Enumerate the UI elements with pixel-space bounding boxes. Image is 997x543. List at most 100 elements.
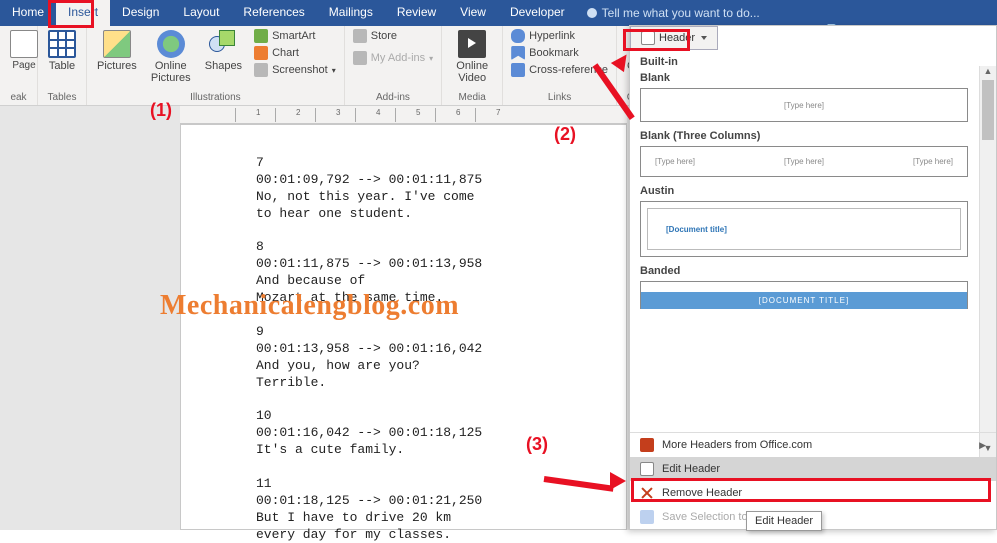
placeholder-text: [Type here] bbox=[655, 157, 695, 166]
annotation-arrow-2 bbox=[572, 55, 632, 130]
gallery-item-banded[interactable]: [DOCUMENT TITLE] bbox=[640, 281, 968, 309]
group-addins: Add-ins bbox=[351, 92, 435, 105]
addins-icon bbox=[353, 51, 367, 65]
gallery-item-blank[interactable]: [Type here] bbox=[640, 88, 968, 122]
remove-header-label: Remove Header bbox=[662, 487, 742, 499]
annotation-label-1: (1) bbox=[150, 100, 172, 121]
remove-icon bbox=[640, 486, 654, 500]
smartart-icon bbox=[254, 29, 268, 43]
group-illustrations: Illustrations bbox=[93, 92, 338, 105]
page-break-button[interactable]: Page bbox=[6, 28, 42, 73]
annotation-label-3: (3) bbox=[526, 434, 548, 455]
scroll-up-arrow[interactable]: ▲ bbox=[980, 66, 996, 80]
smartart-label: SmartArt bbox=[272, 30, 315, 42]
shapes-button[interactable]: Shapes bbox=[201, 28, 246, 74]
chevron-right-icon: ▶ bbox=[979, 440, 986, 451]
video-icon bbox=[458, 30, 486, 58]
header-icon bbox=[641, 31, 655, 45]
tab-layout[interactable]: Layout bbox=[171, 0, 231, 26]
watermark-text: Mechanicalengblog.com bbox=[160, 290, 459, 322]
page-break-icon bbox=[10, 30, 38, 58]
group-tables: Tables bbox=[44, 92, 80, 105]
tab-references[interactable]: References bbox=[231, 0, 316, 26]
gallery-banded-label: Banded bbox=[640, 265, 968, 277]
store-icon bbox=[353, 29, 367, 43]
tab-developer[interactable]: Developer bbox=[498, 0, 577, 26]
my-addins-button[interactable]: My Add-ins ▾ bbox=[351, 50, 435, 66]
more-headers-item[interactable]: More Headers from Office.com ▶ bbox=[630, 433, 996, 457]
pictures-icon bbox=[103, 30, 131, 58]
smartart-button[interactable]: SmartArt bbox=[252, 28, 338, 44]
placeholder-text: [Type here] bbox=[784, 157, 824, 166]
gallery-blank-label: Blank bbox=[640, 72, 968, 84]
tell-me-label: Tell me what you want to do... bbox=[602, 6, 760, 20]
header-button-label: Header bbox=[659, 32, 695, 44]
cross-ref-icon bbox=[511, 63, 525, 77]
tab-home[interactable]: Home bbox=[0, 0, 56, 26]
tab-bar: Home Insert Design Layout References Mai… bbox=[0, 0, 997, 26]
annotation-label-2: (2) bbox=[554, 124, 576, 145]
gallery-item-blank-three-columns[interactable]: [Type here] [Type here] [Type here] bbox=[640, 146, 968, 177]
tab-review[interactable]: Review bbox=[385, 0, 448, 26]
chart-icon bbox=[254, 46, 268, 60]
chart-label: Chart bbox=[272, 47, 299, 59]
annotation-arrow-3 bbox=[544, 458, 634, 488]
group-media: Media bbox=[448, 92, 496, 105]
screenshot-label: Screenshot bbox=[272, 64, 328, 76]
myaddins-label: My Add-ins bbox=[371, 52, 425, 64]
more-headers-label: More Headers from Office.com bbox=[662, 439, 812, 451]
hyperlink-button[interactable]: Hyperlink bbox=[509, 28, 610, 44]
online-video-button[interactable]: Online Video bbox=[448, 28, 496, 86]
bookmark-icon bbox=[511, 46, 525, 60]
shapes-label: Shapes bbox=[205, 60, 242, 72]
save-selection-label: Save Selection to bbox=[662, 511, 748, 523]
banded-placeholder: [DOCUMENT TITLE] bbox=[641, 292, 967, 309]
bulb-icon bbox=[587, 8, 597, 18]
edit-header-label: Edit Header bbox=[662, 463, 720, 475]
table-button[interactable]: Table bbox=[44, 28, 80, 74]
tell-me-search[interactable]: Tell me what you want to do... bbox=[577, 0, 770, 26]
tab-design[interactable]: Design bbox=[110, 0, 171, 26]
screenshot-icon bbox=[254, 63, 268, 77]
store-button[interactable]: Store bbox=[351, 28, 435, 44]
chart-button[interactable]: Chart bbox=[252, 45, 338, 61]
placeholder-text: [Type here] bbox=[913, 157, 953, 166]
table-label: Table bbox=[49, 60, 75, 72]
pictures-button[interactable]: Pictures bbox=[93, 28, 141, 74]
office-icon bbox=[640, 438, 654, 452]
pictures-label: Pictures bbox=[97, 60, 137, 72]
group-break-trunc: eak bbox=[6, 92, 31, 105]
online-pictures-icon bbox=[157, 30, 185, 58]
save-icon bbox=[640, 510, 654, 524]
gallery-blank3-label: Blank (Three Columns) bbox=[640, 130, 968, 142]
gallery-item-austin[interactable]: [Document title] bbox=[640, 201, 968, 257]
tab-view[interactable]: View bbox=[448, 0, 498, 26]
dropdown-footer: More Headers from Office.com ▶ Edit Head… bbox=[630, 432, 996, 529]
gallery-scrollbar[interactable]: ▲ ▼ bbox=[979, 66, 996, 457]
edit-header-icon bbox=[640, 462, 654, 476]
header-button[interactable]: Header bbox=[630, 26, 718, 50]
online-pictures-button[interactable]: Online Pictures bbox=[147, 28, 195, 86]
screenshot-button[interactable]: Screenshot ▾ bbox=[252, 62, 338, 78]
chevron-down-icon bbox=[701, 36, 707, 40]
remove-header-item[interactable]: Remove Header bbox=[630, 481, 996, 505]
placeholder-text: [Type here] bbox=[784, 101, 824, 110]
tab-insert[interactable]: Insert bbox=[56, 0, 110, 26]
table-icon bbox=[48, 30, 76, 58]
horizontal-ruler[interactable]: 1234567 bbox=[180, 106, 627, 124]
header-gallery[interactable]: Blank [Type here] Blank (Three Columns) … bbox=[630, 66, 978, 457]
header-dropdown: Header Built-in Blank [Type here] Blank … bbox=[629, 25, 997, 530]
video-label: Online Video bbox=[452, 60, 492, 84]
edit-header-tooltip: Edit Header bbox=[746, 511, 822, 531]
hyperlink-label: Hyperlink bbox=[529, 30, 575, 42]
austin-placeholder: [Document title] bbox=[666, 225, 727, 234]
store-label: Store bbox=[371, 30, 397, 42]
document-text[interactable]: 7 00:01:09,792 --> 00:01:11,875 No, not … bbox=[256, 155, 482, 543]
online-pictures-label: Online Pictures bbox=[151, 60, 191, 84]
shapes-icon bbox=[209, 30, 237, 58]
gallery-austin-label: Austin bbox=[640, 185, 968, 197]
scroll-thumb[interactable] bbox=[982, 80, 994, 140]
edit-header-item[interactable]: Edit Header bbox=[630, 457, 996, 481]
hyperlink-icon bbox=[511, 29, 525, 43]
tab-mailings[interactable]: Mailings bbox=[317, 0, 385, 26]
